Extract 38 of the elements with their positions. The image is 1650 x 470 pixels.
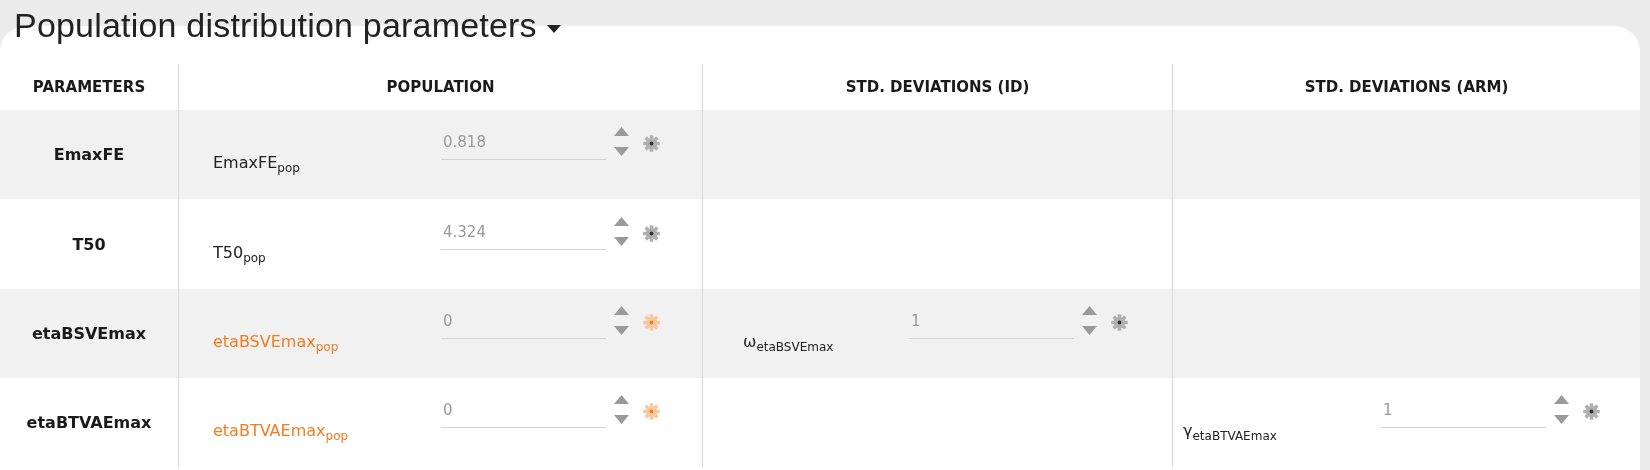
- value-field[interactable]: 0.818: [441, 133, 606, 161]
- decrement-icon[interactable]: [614, 236, 629, 246]
- column-header: STD. DEVIATIONS (ARM): [1304, 78, 1509, 96]
- settings-icon[interactable]: [643, 224, 660, 242]
- increment-icon[interactable]: [1082, 306, 1097, 316]
- settings-icon[interactable]: [1111, 314, 1128, 332]
- value-field[interactable]: 0: [441, 312, 606, 340]
- column-header: PARAMETERS: [32, 78, 146, 96]
- parameter-label: ω$_{etaBSVEmax}$: [743, 331, 835, 355]
- value-field[interactable]: 1: [1381, 401, 1546, 429]
- parameter-name: T50: [72, 234, 106, 254]
- parameter-label: etaBSVEmax$_{pop}$: [213, 331, 340, 355]
- value-field[interactable]: 1: [909, 312, 1074, 340]
- caret-icon[interactable]: [546, 25, 561, 33]
- increment-icon[interactable]: [1554, 395, 1569, 405]
- parameter-label: EmaxFE$_{pop}$: [213, 152, 301, 176]
- parameter-name: etaBTVAEmax: [26, 413, 152, 432]
- increment-icon[interactable]: [614, 306, 629, 316]
- value-field[interactable]: 0: [441, 401, 606, 429]
- parameter-label: T50$_{pop}$: [213, 241, 267, 266]
- settings-icon[interactable]: [643, 135, 660, 153]
- decrement-icon[interactable]: [1554, 415, 1569, 425]
- decrement-icon[interactable]: [1082, 326, 1097, 336]
- parameter-name: EmaxFE: [53, 145, 125, 164]
- parameter-label: γ$_{etaBTVAEmax}$: [1183, 420, 1278, 444]
- increment-icon[interactable]: [614, 395, 629, 405]
- value-field[interactable]: 4.324: [441, 222, 606, 250]
- column-header: POPULATION: [386, 78, 495, 96]
- decrement-icon[interactable]: [614, 415, 629, 425]
- increment-icon[interactable]: [614, 127, 629, 137]
- section-title: Population distribution parameters: [14, 5, 537, 45]
- decrement-icon[interactable]: [614, 326, 629, 336]
- increment-icon[interactable]: [614, 216, 629, 226]
- column-header: STD. DEVIATIONS (ID): [845, 78, 1030, 96]
- settings-icon[interactable]: [1583, 403, 1600, 421]
- parameter-label: etaBTVAEmax$_{pop}$: [213, 420, 350, 444]
- parameter-name: etaBSVEmax: [31, 324, 147, 343]
- decrement-icon[interactable]: [614, 147, 629, 157]
